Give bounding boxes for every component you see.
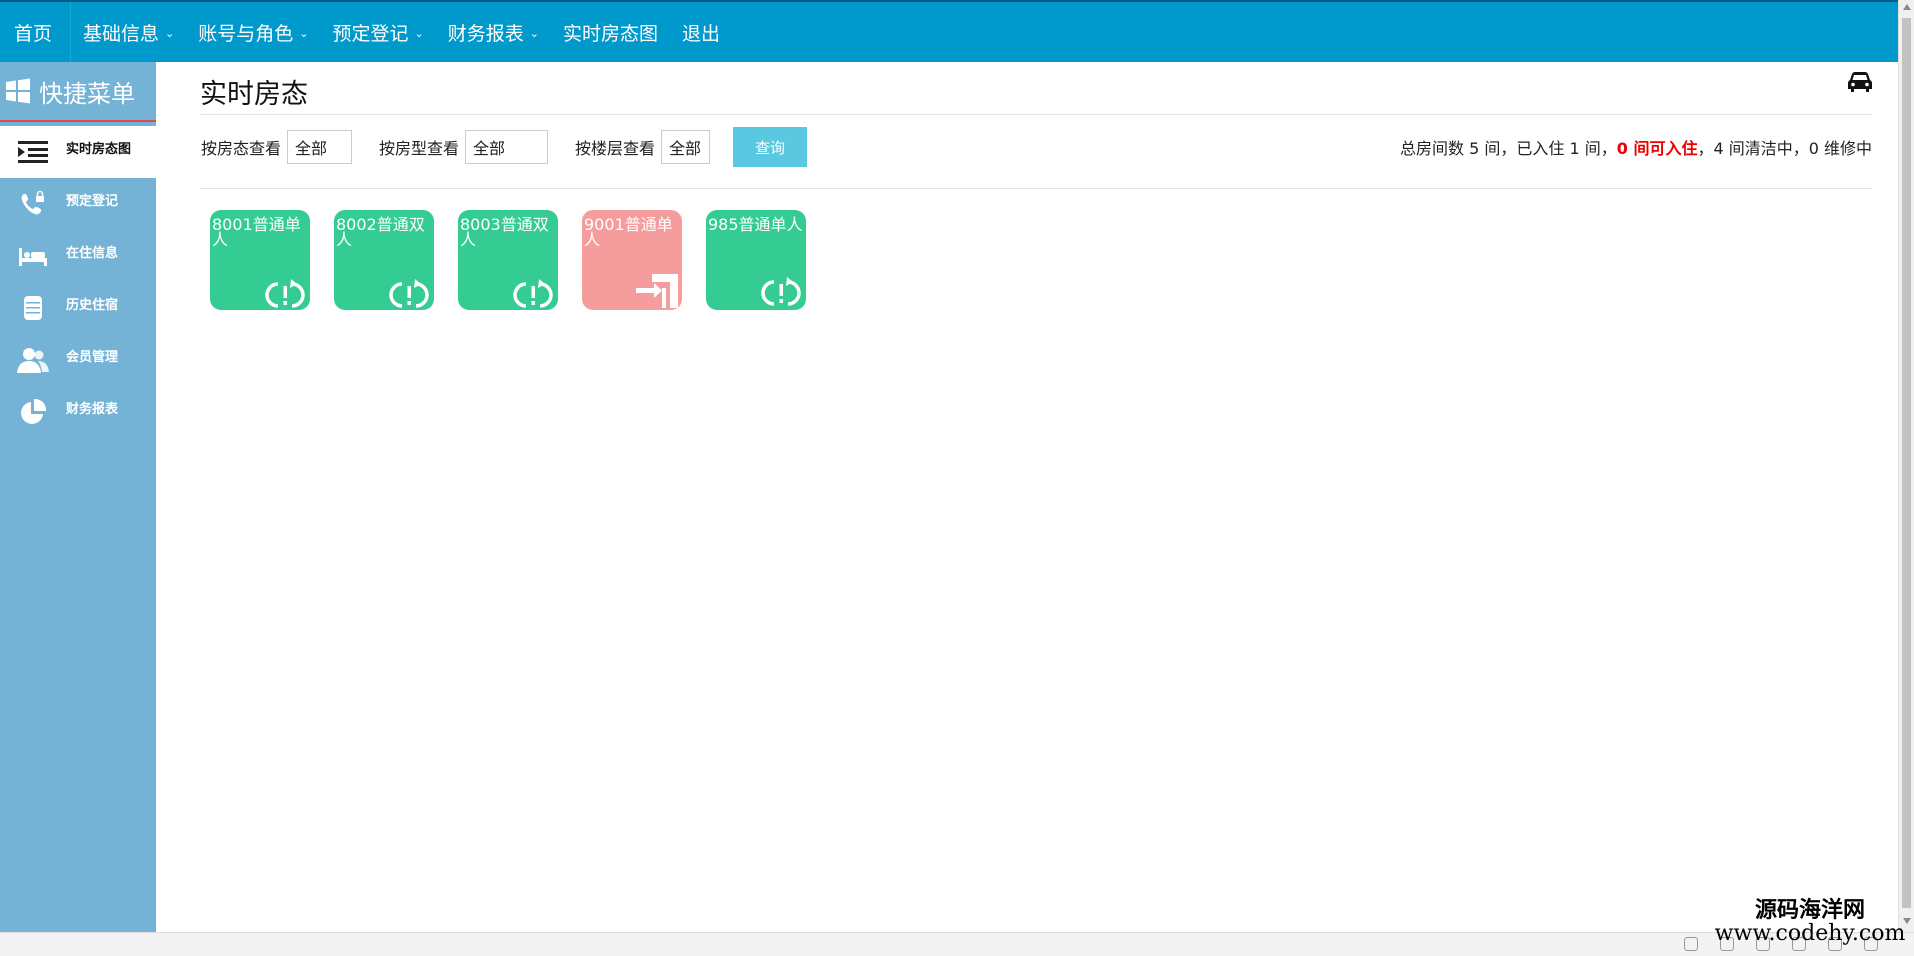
nav-home[interactable]: 首页 xyxy=(0,2,72,62)
room-label: 985普通单人 xyxy=(708,215,803,234)
filter-roomtype-select[interactable]: 全部 xyxy=(465,130,549,164)
nav-room-status[interactable]: 实时房态图 xyxy=(551,2,670,62)
sidebar-item-history[interactable]: 历史住宿 xyxy=(0,282,156,334)
chevron-down-icon: ⌄ xyxy=(529,26,539,40)
room-card[interactable]: 9001普通单人 xyxy=(582,210,682,310)
divider xyxy=(200,188,1872,189)
cleaning-icon xyxy=(388,276,430,310)
summary-text: ，4 间清洁中，0 维修中 xyxy=(1697,139,1872,158)
room-label: 9001普通单人 xyxy=(584,215,673,249)
car-icon[interactable] xyxy=(1848,72,1872,96)
cleaning-icon xyxy=(760,270,802,310)
summary-text: 总房间数 5 间，已入住 1 间， xyxy=(1400,139,1617,158)
sidebar-item-room-status[interactable]: 实时房态图 xyxy=(0,126,156,178)
room-grid: 8001普通单人 8002普通双人 8003普通双人 9001普通单人 985普… xyxy=(210,210,830,310)
sidebar-item-reservation[interactable]: 预定登记 xyxy=(0,178,156,230)
nav-label: 基础信息 xyxy=(83,22,160,45)
sidebar-item-finance[interactable]: 财务报表 xyxy=(0,386,156,438)
top-navbar: 首页 基础信息 ⌄ 账号与角色 ⌄ 预定登记 ⌄ 财务报表 ⌄ 实时房态图 退出 xyxy=(0,0,1898,62)
archive-icon xyxy=(0,295,66,321)
sidebar-title: 快捷菜单 xyxy=(39,79,135,108)
sidebar: 快捷菜单 实时房态图 预定登记 在住信息 历史住宿 会员管理 财务报表 xyxy=(0,62,156,932)
sidebar-item-label: 在住信息 xyxy=(66,245,119,261)
rocket-icon[interactable] xyxy=(1684,937,1698,951)
sidebar-item-label: 预定登记 xyxy=(66,193,119,209)
watermark-url: www.codehy.com xyxy=(1714,921,1906,946)
filter-roomtype-label: 按房型查看 xyxy=(379,139,460,158)
windows-icon xyxy=(5,78,31,104)
sidebar-item-label: 历史住宿 xyxy=(66,297,119,313)
filter-floor-select[interactable]: 全部 xyxy=(661,130,711,164)
room-summary: 总房间数 5 间，已入住 1 间，0 间可入住，4 间清洁中，0 维修中 xyxy=(1400,135,1872,159)
nav-menu: 首页 基础信息 ⌄ 账号与角色 ⌄ 预定登记 ⌄ 财务报表 ⌄ 实时房态图 退出 xyxy=(0,2,1898,62)
list-indent-icon xyxy=(0,140,66,164)
bed-icon xyxy=(0,246,66,266)
sidebar-header: 快捷菜单 xyxy=(0,62,156,122)
watermark: 源码海洋网 www.codehy.com xyxy=(1710,898,1910,946)
scrollbar-thumb[interactable] xyxy=(1902,18,1911,908)
nav-label: 预定登记 xyxy=(332,22,409,45)
filter-floor-label: 按楼层查看 xyxy=(575,139,656,158)
query-button[interactable]: 查询 xyxy=(733,127,808,167)
cleaning-icon xyxy=(264,276,306,310)
sidebar-item-label: 财务报表 xyxy=(66,401,119,417)
pie-chart-icon xyxy=(0,398,66,426)
chevron-down-icon: ⌄ xyxy=(165,26,175,40)
scroll-up-icon[interactable] xyxy=(1903,4,1911,10)
watermark-title: 源码海洋网 xyxy=(1754,897,1865,923)
sidebar-item-members[interactable]: 会员管理 xyxy=(0,334,156,386)
room-label: 8002普通双人 xyxy=(336,215,425,249)
nav-finance[interactable]: 财务报表 ⌄ xyxy=(436,2,551,62)
users-icon xyxy=(0,346,66,374)
phone-lock-icon xyxy=(0,191,66,217)
room-label: 8003普通双人 xyxy=(460,215,549,249)
nav-logout[interactable]: 退出 xyxy=(670,2,732,62)
nav-label: 账号与角色 xyxy=(198,22,294,45)
summary-available: 0 间可入住 xyxy=(1616,139,1698,158)
sidebar-item-label: 实时房态图 xyxy=(66,141,132,157)
nav-reservation[interactable]: 预定登记 ⌄ xyxy=(320,2,435,62)
page-title: 实时房态 xyxy=(200,79,308,110)
chevron-down-icon: ⌄ xyxy=(299,26,309,40)
filter-status-select[interactable]: 全部 xyxy=(287,130,353,164)
filter-bar: 按房态查看 全部 按房型查看 全部 按楼层查看 全部 查询 xyxy=(201,127,808,167)
sidebar-menu: 实时房态图 预定登记 在住信息 历史住宿 会员管理 财务报表 xyxy=(0,126,156,438)
room-card[interactable]: 8001普通单人 xyxy=(210,210,310,310)
chevron-down-icon: ⌄ xyxy=(414,26,424,40)
check-in-icon xyxy=(634,270,678,310)
cleaning-icon xyxy=(512,276,554,310)
room-card[interactable]: 8003普通双人 xyxy=(458,210,558,310)
nav-basic-info[interactable]: 基础信息 ⌄ xyxy=(71,2,186,62)
room-label: 8001普通单人 xyxy=(212,215,301,249)
main-content: 实时房态 按房态查看 全部 按房型查看 全部 按楼层查看 全部 查询 总房间数 … xyxy=(156,62,1898,932)
vertical-scrollbar[interactable] xyxy=(1898,0,1914,932)
sidebar-item-label: 会员管理 xyxy=(66,349,119,365)
filter-status-label: 按房态查看 xyxy=(201,139,282,158)
divider xyxy=(200,114,1872,115)
room-card[interactable]: 8002普通双人 xyxy=(334,210,434,310)
nav-label: 财务报表 xyxy=(447,22,524,45)
nav-account-role[interactable]: 账号与角色 ⌄ xyxy=(186,2,320,62)
room-card[interactable]: 985普通单人 xyxy=(706,210,806,310)
status-bar xyxy=(0,932,1914,956)
sidebar-item-in-house[interactable]: 在住信息 xyxy=(0,230,156,282)
